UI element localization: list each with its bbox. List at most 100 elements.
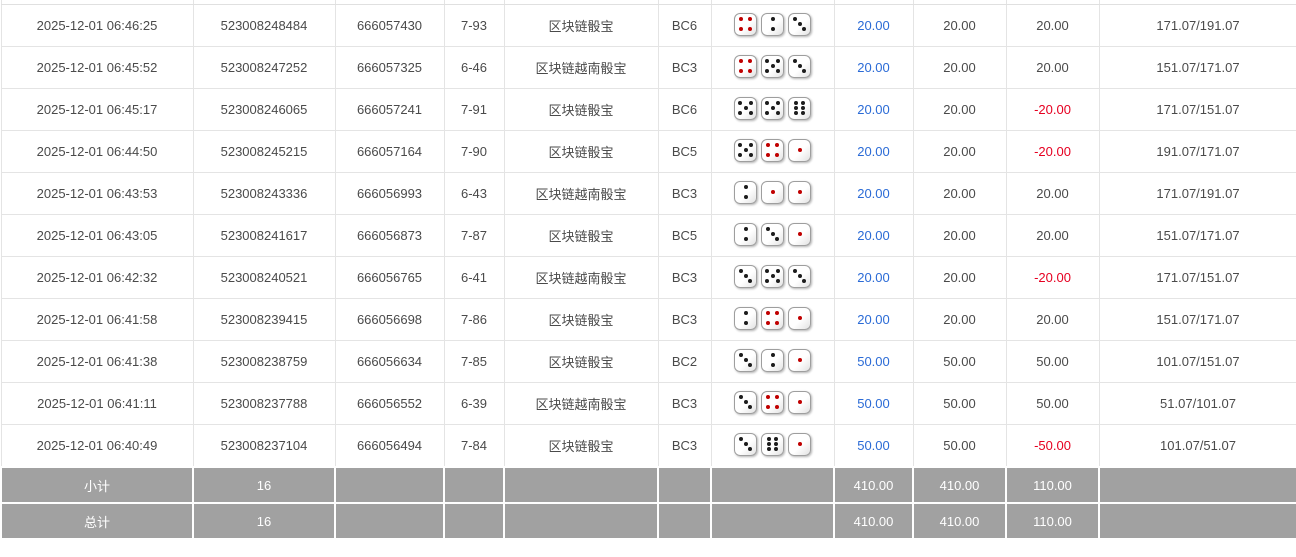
bet-records-table-wrap: 2025-12-01 06:46:25 523008248484 666057430…: [0, 0, 1296, 540]
valid-bet-cell: 20.00: [912, 4, 1007, 47]
die-face-1-icon: [788, 390, 811, 414]
summary-label-cell: 小计: [0, 466, 194, 504]
die-face-3-icon: [734, 264, 757, 288]
valid-bet-cell: 50.00: [912, 424, 1007, 468]
summary-valid-total-cell: 410.00: [912, 502, 1007, 540]
order-id-cell: 523008241617: [192, 214, 336, 257]
table-code-cell: BC3: [657, 256, 712, 299]
bet-records-table: 2025-12-01 06:46:25 523008248484 666057430…: [0, 0, 1296, 540]
bet-amount-link[interactable]: 20.00: [833, 4, 914, 47]
dice-result-cell: [710, 88, 835, 131]
die-face-5-icon: [761, 264, 784, 288]
game-name-cell: 区块链越南骰宝: [503, 382, 659, 425]
round-id-cell: 666056552: [334, 382, 445, 425]
summary-winloss-total-cell: 110.00: [1005, 502, 1100, 540]
bet-time-cell: 2025-12-01 06:41:58: [0, 298, 194, 341]
table-body: 2025-12-01 06:46:25 523008248484 666057430…: [0, 0, 1296, 540]
period-cell: 7-87: [443, 214, 505, 257]
valid-bet-cell: 50.00: [912, 340, 1007, 383]
subtotal-row: 小计 16 410.00 410.00 110.00: [0, 466, 1296, 504]
bet-amount-link[interactable]: 20.00: [833, 130, 914, 173]
table-row: 2025-12-01 06:41:38 523008238759 666056634…: [0, 340, 1296, 383]
table-row: 2025-12-01 06:43:53 523008243336 666056993…: [0, 172, 1296, 215]
bet-amount-link[interactable]: 20.00: [833, 298, 914, 341]
bet-amount-link[interactable]: 20.00: [833, 256, 914, 299]
summary-empty-cell: [443, 502, 505, 540]
game-name-cell: 区块链越南骰宝: [503, 172, 659, 215]
die-face-3-icon: [734, 348, 757, 372]
order-id-cell: 523008237104: [192, 424, 336, 468]
round-id-cell: 666057164: [334, 130, 445, 173]
summary-bet-total-cell: 410.00: [833, 502, 914, 540]
period-cell: 7-84: [443, 424, 505, 468]
summary-empty-cell: [1098, 466, 1296, 504]
summary-empty-cell: [1098, 502, 1296, 540]
die-face-2-icon: [761, 348, 784, 372]
summary-empty-cell: [710, 466, 835, 504]
summary-count-cell: 16: [192, 466, 336, 504]
dice-result-cell: [710, 256, 835, 299]
game-name-cell: 区块链骰宝: [503, 88, 659, 131]
die-face-6-icon: [788, 96, 811, 120]
balance-cell: 151.07/171.07: [1098, 298, 1296, 341]
game-name-cell: 区块链越南骰宝: [503, 46, 659, 89]
period-cell: 7-93: [443, 4, 505, 47]
table-code-cell: BC3: [657, 172, 712, 215]
die-face-5-icon: [734, 96, 757, 120]
summary-winloss-total-cell: 110.00: [1005, 466, 1100, 504]
win-loss-cell: -20.00: [1005, 256, 1100, 299]
table-row: 2025-12-01 06:45:52 523008247252 666057325…: [0, 46, 1296, 89]
balance-cell: 51.07/101.07: [1098, 382, 1296, 425]
win-loss-cell: 20.00: [1005, 172, 1100, 215]
bet-amount-link[interactable]: 50.00: [833, 424, 914, 468]
bet-time-cell: 2025-12-01 06:43:53: [0, 172, 194, 215]
dice-result-group: [734, 390, 811, 414]
bet-amount-link[interactable]: 20.00: [833, 214, 914, 257]
game-name-cell: 区块链越南骰宝: [503, 256, 659, 299]
bet-amount-link[interactable]: 50.00: [833, 382, 914, 425]
grand-total-row: 总计 16 410.00 410.00 110.00: [0, 502, 1296, 540]
table-row: 2025-12-01 06:46:25 523008248484 666057430…: [0, 4, 1296, 47]
summary-empty-cell: [503, 466, 659, 504]
summary-empty-cell: [657, 466, 712, 504]
round-id-cell: 666056993: [334, 172, 445, 215]
table-row: 2025-12-01 06:45:17 523008246065 666057241…: [0, 88, 1296, 131]
dice-result-group: [734, 306, 811, 330]
win-loss-cell: -20.00: [1005, 88, 1100, 131]
summary-empty-cell: [710, 502, 835, 540]
bet-time-cell: 2025-12-01 06:41:11: [0, 382, 194, 425]
die-face-3-icon: [734, 390, 757, 414]
bet-amount-link[interactable]: 20.00: [833, 46, 914, 89]
die-face-1-icon: [788, 180, 811, 204]
table-code-cell: BC6: [657, 88, 712, 131]
table-row: 2025-12-01 06:44:50 523008245215 666057164…: [0, 130, 1296, 173]
die-face-1-icon: [788, 138, 811, 162]
period-cell: 7-86: [443, 298, 505, 341]
die-face-4-icon: [734, 54, 757, 78]
balance-cell: 151.07/171.07: [1098, 46, 1296, 89]
game-name-cell: 区块链骰宝: [503, 214, 659, 257]
order-id-cell: 523008238759: [192, 340, 336, 383]
table-row: 2025-12-01 06:40:49 523008237104 666056494…: [0, 424, 1296, 468]
bet-time-cell: 2025-12-01 06:43:05: [0, 214, 194, 257]
bet-amount-link[interactable]: 20.00: [833, 88, 914, 131]
dice-result-group: [734, 432, 811, 456]
valid-bet-cell: 20.00: [912, 256, 1007, 299]
game-name-cell: 区块链骰宝: [503, 4, 659, 47]
die-face-1-icon: [788, 432, 811, 456]
die-face-2-icon: [734, 222, 757, 246]
dice-result-cell: [710, 382, 835, 425]
die-face-1-icon: [788, 348, 811, 372]
summary-empty-cell: [503, 502, 659, 540]
win-loss-cell: 50.00: [1005, 340, 1100, 383]
order-id-cell: 523008240521: [192, 256, 336, 299]
die-face-3-icon: [761, 222, 784, 246]
bet-amount-link[interactable]: 20.00: [833, 172, 914, 215]
period-cell: 6-39: [443, 382, 505, 425]
order-id-cell: 523008247252: [192, 46, 336, 89]
bet-amount-link[interactable]: 50.00: [833, 340, 914, 383]
dice-result-group: [734, 264, 811, 288]
dice-result-cell: [710, 46, 835, 89]
dice-result-group: [734, 222, 811, 246]
order-id-cell: 523008246065: [192, 88, 336, 131]
